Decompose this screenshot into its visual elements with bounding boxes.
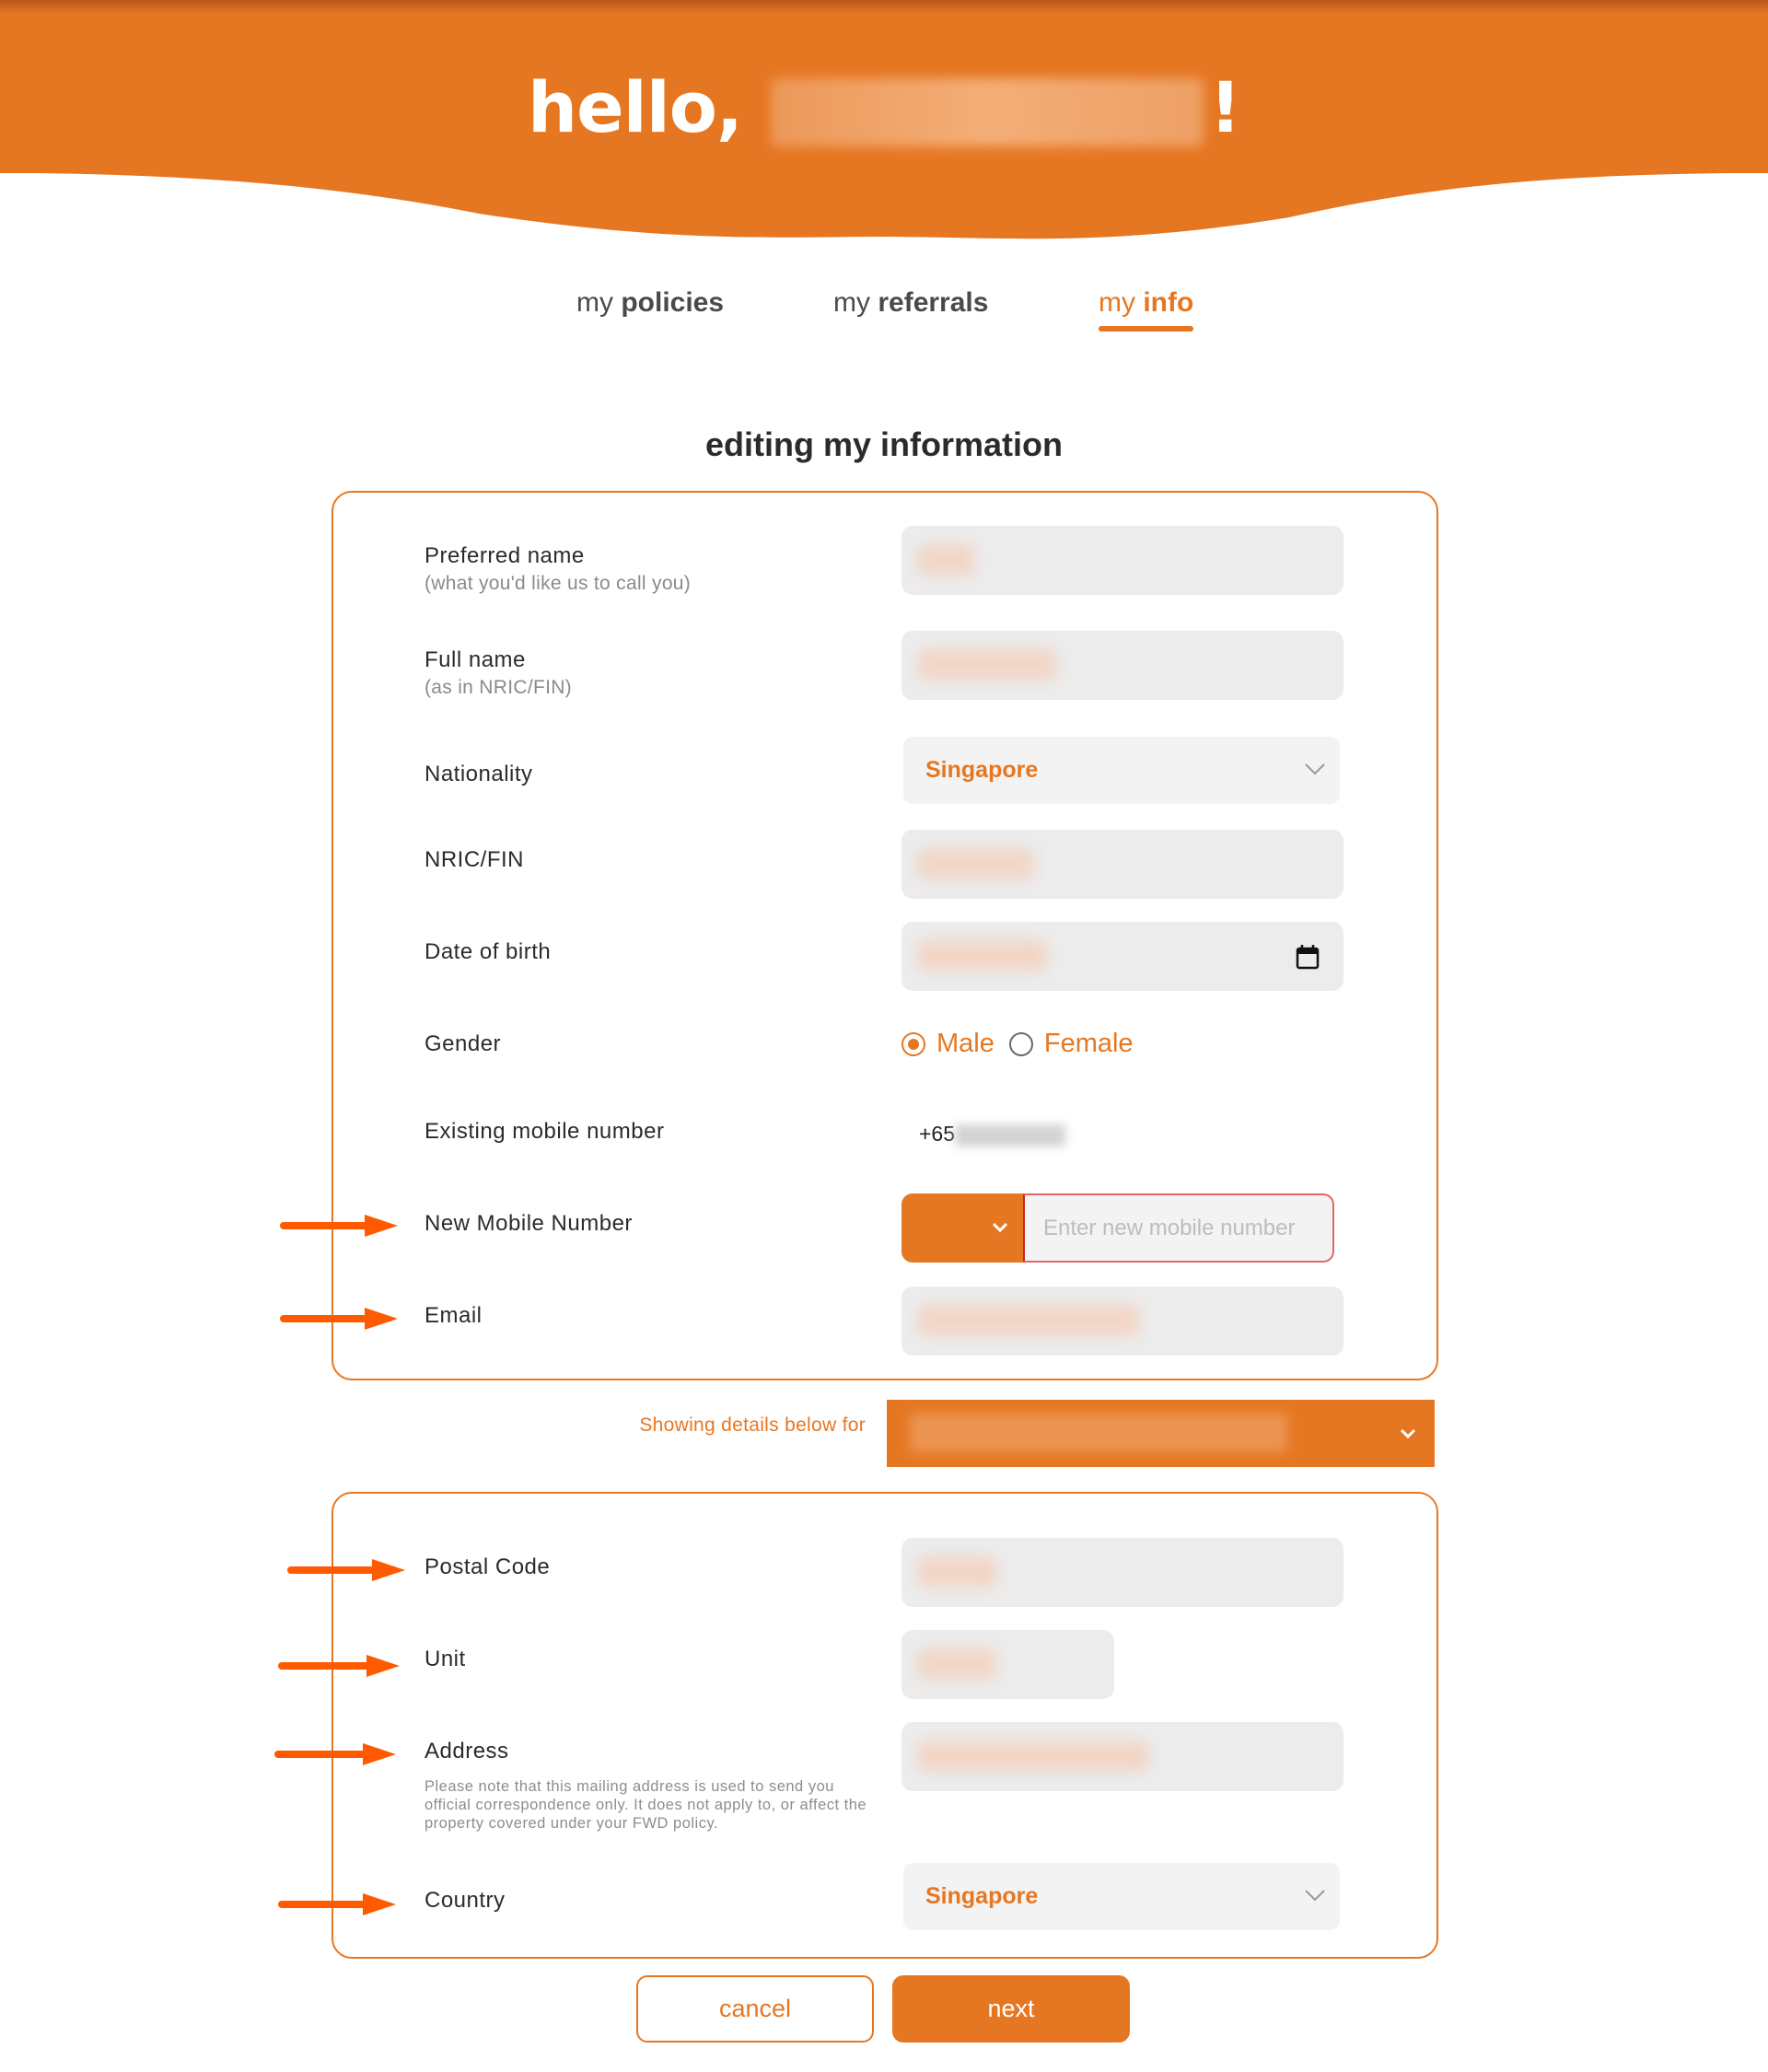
nationality-label: Nationality (425, 762, 533, 786)
tab-label: info (1143, 287, 1194, 318)
country-label: Country (425, 1888, 506, 1913)
calendar-icon[interactable] (1296, 944, 1320, 970)
label-text: Full name (425, 647, 526, 672)
annotation-arrow-icon (278, 1655, 400, 1677)
preferred-name-hint: (what you'd like us to call you) (425, 573, 692, 594)
chevron-down-icon (1305, 763, 1325, 775)
label-text: Address (425, 1739, 509, 1764)
annotation-arrow-icon (274, 1743, 396, 1765)
gender-female-label[interactable]: Female (1044, 1029, 1134, 1059)
unit-label: Unit (425, 1647, 466, 1671)
redacted-value (918, 1648, 996, 1680)
postal-code-input[interactable] (901, 1538, 1343, 1607)
greeting-text: hello, (528, 66, 743, 148)
annotation-arrow-icon (278, 1893, 396, 1915)
dob-label: Date of birth (425, 939, 552, 964)
country-select[interactable]: Singapore (903, 1863, 1340, 1930)
next-button[interactable]: next (892, 1975, 1130, 2043)
preferred-name-input[interactable] (901, 526, 1343, 595)
chevron-down-icon (1400, 1428, 1416, 1439)
full-name-hint: (as in NRIC/FIN) (425, 677, 572, 698)
gender-male-radio[interactable] (901, 1031, 925, 1056)
redacted-value (910, 1414, 1287, 1452)
showing-details-label: Showing details below for (639, 1414, 866, 1436)
country-code-dropdown[interactable] (901, 1193, 1023, 1263)
address-input[interactable] (901, 1722, 1343, 1791)
page-title: editing my information (704, 425, 1063, 463)
tab-label: referrals (878, 287, 989, 318)
address-label: Address Please note that this mailing ad… (425, 1739, 876, 1833)
nric-input[interactable] (901, 830, 1343, 899)
tab-label: policies (621, 287, 725, 318)
tab-my-info[interactable]: my info (1099, 287, 1194, 332)
unit-input[interactable] (901, 1630, 1114, 1699)
nationality-select[interactable]: Singapore (903, 737, 1340, 804)
redacted-value (918, 848, 1033, 879)
tab-my-policies[interactable]: my policies (576, 287, 724, 319)
country-code-prefix: +65 (919, 1122, 956, 1146)
redacted-value (955, 1123, 1066, 1147)
gender-female-radio[interactable] (1008, 1031, 1033, 1056)
nationality-value: Singapore (925, 757, 1039, 783)
redacted-value (918, 940, 1047, 972)
full-name-label: Full name (as in NRIC/FIN) (425, 647, 572, 699)
cancel-button[interactable]: cancel (636, 1975, 874, 2043)
dob-input[interactable] (901, 922, 1343, 991)
tab-prefix: my (833, 287, 870, 318)
existing-mobile-label: Existing mobile number (425, 1119, 665, 1144)
gender-male-label[interactable]: Male (936, 1029, 994, 1059)
greeting-heading: hello, ! (0, 66, 1768, 148)
redacted-value (918, 544, 973, 576)
existing-mobile-value: +65 (919, 1122, 1066, 1147)
new-mobile-input[interactable]: Enter new mobile number (1023, 1193, 1334, 1263)
annotation-arrow-icon (287, 1559, 405, 1581)
redacted-user-name (771, 78, 1204, 146)
nric-label: NRIC/FIN (425, 847, 524, 872)
annotation-arrow-icon (280, 1215, 398, 1237)
redacted-value (918, 1556, 996, 1588)
preferred-name-label: Preferred name (what you'd like us to ca… (425, 543, 691, 595)
label-text: Preferred name (425, 543, 585, 568)
redacted-value (918, 1740, 1148, 1772)
policy-member-dropdown[interactable] (887, 1400, 1435, 1467)
redacted-value (918, 1305, 1139, 1336)
redacted-value (918, 649, 1056, 681)
full-name-input[interactable] (901, 631, 1343, 700)
greeting-exclamation: ! (1209, 66, 1241, 148)
email-input[interactable] (901, 1286, 1343, 1356)
new-mobile-placeholder: Enter new mobile number (1043, 1216, 1296, 1240)
postal-code-label: Postal Code (425, 1554, 551, 1579)
new-mobile-label: New Mobile Number (425, 1211, 633, 1236)
country-value: Singapore (925, 1883, 1039, 1909)
address-note: Please note that this mailing address is… (425, 1778, 867, 1832)
email-label: Email (425, 1303, 483, 1328)
gender-label: Gender (425, 1031, 502, 1056)
tab-prefix: my (1099, 287, 1135, 318)
tab-my-referrals[interactable]: my referrals (833, 287, 988, 319)
header-banner: hello, ! (0, 0, 1768, 249)
annotation-arrow-icon (280, 1308, 398, 1330)
nav-tabs: my policies my referrals my info (0, 287, 1768, 343)
chevron-down-icon (1305, 1890, 1325, 1902)
gender-radio-group: Male Female (901, 1029, 1134, 1059)
chevron-down-icon (992, 1222, 1008, 1233)
tab-prefix: my (576, 287, 613, 318)
